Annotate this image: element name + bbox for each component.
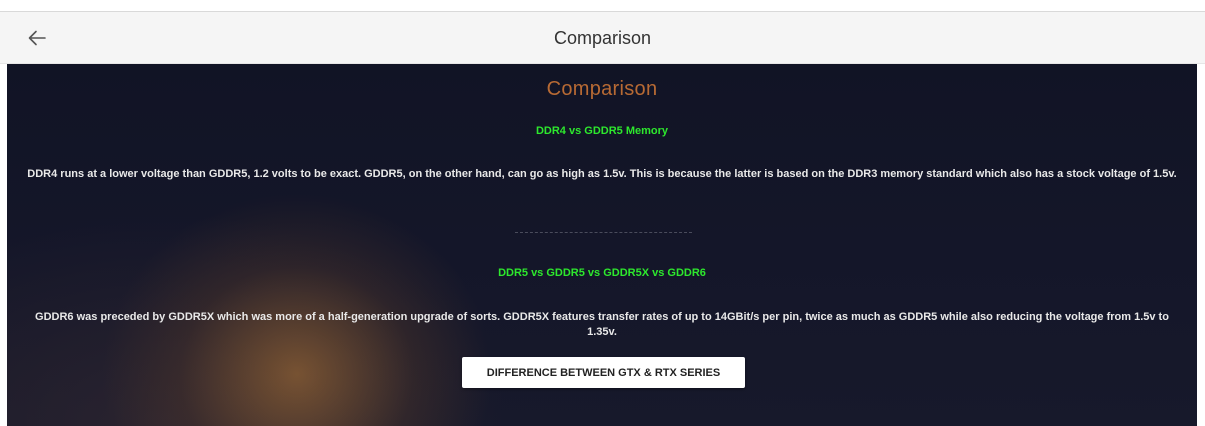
- section-body-ddr4-vs-gddr5: DDR4 runs at a lower voltage than GDDR5,…: [27, 168, 1177, 180]
- gtx-rtx-difference-button[interactable]: DIFFERENCE BETWEEN GTX & RTX SERIES: [462, 357, 745, 388]
- content-panel: Comparison DDR4 vs GDDR5 Memory DDR4 run…: [7, 64, 1197, 426]
- app-bar: Comparison: [0, 12, 1205, 64]
- app-bar-title: Comparison: [553, 28, 652, 48]
- section-divider: [515, 232, 692, 233]
- right-edge: [1197, 64, 1205, 426]
- back-button[interactable]: [22, 24, 52, 52]
- section-title-ddr4-vs-gddr5: DDR4 vs GDDR5 Memory: [535, 125, 669, 137]
- comparison-page: Comparison Comparison DDR4 vs GDDR5 Memo…: [0, 0, 1205, 426]
- section-title-gddr6: DDR5 vs GDDR5 vs GDDR5X vs GDDR6: [498, 267, 706, 279]
- arrow-left-icon: [28, 30, 46, 46]
- page-heading: Comparison: [546, 78, 658, 100]
- section-body-gddr6: GDDR6 was preceded by GDDR5X which was m…: [35, 311, 1169, 338]
